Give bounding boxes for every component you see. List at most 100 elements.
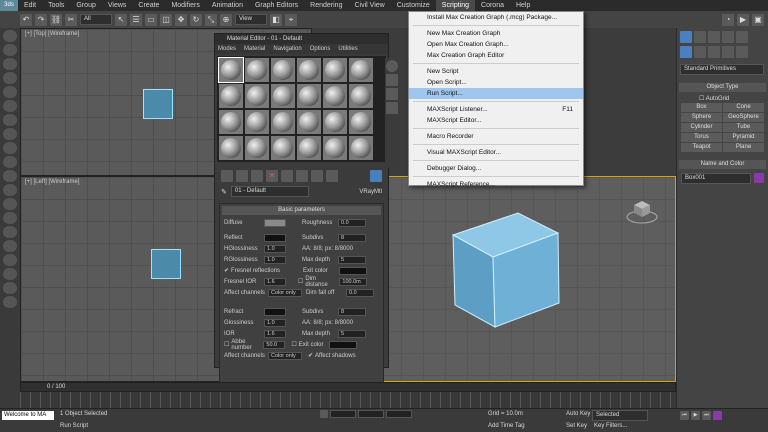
modify-tab-icon[interactable] [694,31,706,43]
material-slot[interactable] [219,84,243,108]
create-teapot-button[interactable]: Teapot [681,143,722,152]
menu-group[interactable]: Group [70,0,101,11]
scripting-menu-item-maxscript-reference[interactable]: MAXScript Reference... [409,179,583,190]
tool-icon[interactable] [3,142,17,154]
tool-icon[interactable] [3,44,17,56]
key-mode-dropdown[interactable]: Selected [592,410,648,421]
material-slot[interactable] [219,110,243,134]
refract-exit-color-checkbox[interactable]: ☐ [291,341,296,348]
object-name-field[interactable]: Box001 [681,173,751,184]
menu-rendering[interactable]: Rendering [304,0,348,11]
time-slider[interactable]: 0 / 100 [20,382,676,392]
helpers-icon[interactable] [736,46,748,58]
material-slot[interactable] [349,110,373,134]
subdivs-field[interactable]: 8 [338,233,366,242]
tool-icon[interactable] [3,296,17,308]
window-crossing-icon[interactable]: ◫ [160,13,172,26]
rglossiness-field[interactable]: 1.0 [264,255,286,264]
background-icon[interactable] [386,88,398,100]
material-slot[interactable] [245,110,269,134]
link-icon[interactable]: ⛓ [50,13,62,26]
material-slot[interactable] [219,136,243,160]
play-icon[interactable]: ▶ [691,411,700,420]
uv-tiling-icon[interactable] [386,102,398,114]
rotate-icon[interactable]: ↻ [190,13,202,26]
cameras-icon[interactable] [722,46,734,58]
go-end-icon[interactable]: ⏭ [702,411,711,420]
scripting-menu-item-macro-recorder[interactable]: Macro Recorder [409,131,583,142]
create-tab-icon[interactable] [680,31,692,43]
sample-type-icon[interactable] [386,60,398,72]
tool-icon[interactable] [3,58,17,70]
me-menu-utilities[interactable]: Utilities [338,44,357,54]
box-wireframe[interactable] [143,89,173,119]
unique-icon[interactable] [296,170,308,182]
roughness-field[interactable]: 0.0 [338,218,366,227]
menu-modifiers[interactable]: Modifiers [165,0,205,11]
lights-icon[interactable] [708,46,720,58]
material-slot[interactable] [323,136,347,160]
box-shaded[interactable] [433,195,583,335]
selection-filter-dropdown[interactable]: All [80,14,112,25]
tool-icon[interactable] [3,156,17,168]
create-box-button[interactable]: Box [681,103,722,112]
tool-icon[interactable] [3,268,17,280]
create-torus-button[interactable]: Torus [681,133,722,142]
autogrid-checkbox[interactable]: ☐ AutoGrid [677,94,768,103]
scale-icon[interactable]: ⤡ [205,13,217,26]
material-slot[interactable] [323,58,347,82]
create-tube-button[interactable]: Tube [723,123,764,132]
refract-max-depth-field[interactable]: 5 [338,329,366,338]
material-slot[interactable] [271,110,295,134]
exit-color-swatch[interactable] [339,266,368,275]
menu-help[interactable]: Help [510,0,536,11]
affect-shadows-checkbox[interactable]: ✔ [308,352,313,359]
refract-swatch[interactable] [264,307,286,316]
scripting-menu-item-debugger-dialog[interactable]: Debugger Dialog... [409,163,583,174]
render-setup-icon[interactable]: ◔ [722,13,734,26]
menu-animation[interactable]: Animation [206,0,249,11]
tool-icon[interactable] [3,100,17,112]
render-icon[interactable]: ▶ [737,13,749,26]
assign-material-icon[interactable] [251,170,263,182]
box-wireframe[interactable] [151,249,181,279]
create-cone-button[interactable]: Cone [723,103,764,112]
tool-icon[interactable] [3,128,17,140]
show-end-icon[interactable] [326,170,338,182]
x-coord-field[interactable] [330,410,356,418]
rect-select-icon[interactable]: ▭ [145,13,157,26]
material-slot[interactable] [349,58,373,82]
render-frame-icon[interactable]: ▣ [752,13,764,26]
me-menu-modes[interactable]: Modes [218,44,236,54]
material-slot[interactable] [271,58,295,82]
scripting-menu-item-run-script[interactable]: Run Script... [409,88,583,99]
scripting-menu-item-new-max-creation-graph[interactable]: New Max Creation Graph [409,28,583,39]
create-pyramid-button[interactable]: Pyramid [723,133,764,142]
backlight-icon[interactable] [386,74,398,86]
unlink-icon[interactable]: ✂ [65,13,77,26]
tool-icon[interactable] [3,114,17,126]
undo-icon[interactable]: ↶ [20,13,32,26]
material-slot[interactable] [349,136,373,160]
motion-tab-icon[interactable] [722,31,734,43]
me-menu-material[interactable]: Material [244,44,265,54]
tool-icon[interactable] [3,282,17,294]
menu-corona[interactable]: Corona [475,0,510,11]
menu-scripting[interactable]: Scripting [435,0,476,11]
create-geosphere-button[interactable]: GeoSphere [723,113,764,122]
set-key-button[interactable]: Set Key [566,423,587,429]
fresnel-checkbox[interactable]: ✔ [224,267,229,274]
me-menu-navigation[interactable]: Navigation [273,44,301,54]
timeline-track[interactable] [20,392,676,408]
scripting-menu-item-new-script[interactable]: New Script [409,66,583,77]
material-slot[interactable] [271,136,295,160]
object-type-header[interactable]: Object Type [679,83,766,92]
scripting-menu-item-maxscript-editor[interactable]: MAXScript Editor... [409,115,583,126]
tool-icon[interactable] [3,86,17,98]
scripting-menu-item-install-max-creation-graph-mcg-package[interactable]: Install Max Creation Graph (.mcg) Packag… [409,12,583,23]
material-slot[interactable] [271,84,295,108]
abbe-field[interactable]: 50.0 [263,340,286,349]
viewport-left-label[interactable]: [+] [Left] [Wireframe] [25,179,80,185]
material-slot[interactable] [245,84,269,108]
select-by-name-icon[interactable]: ☰ [130,13,142,26]
